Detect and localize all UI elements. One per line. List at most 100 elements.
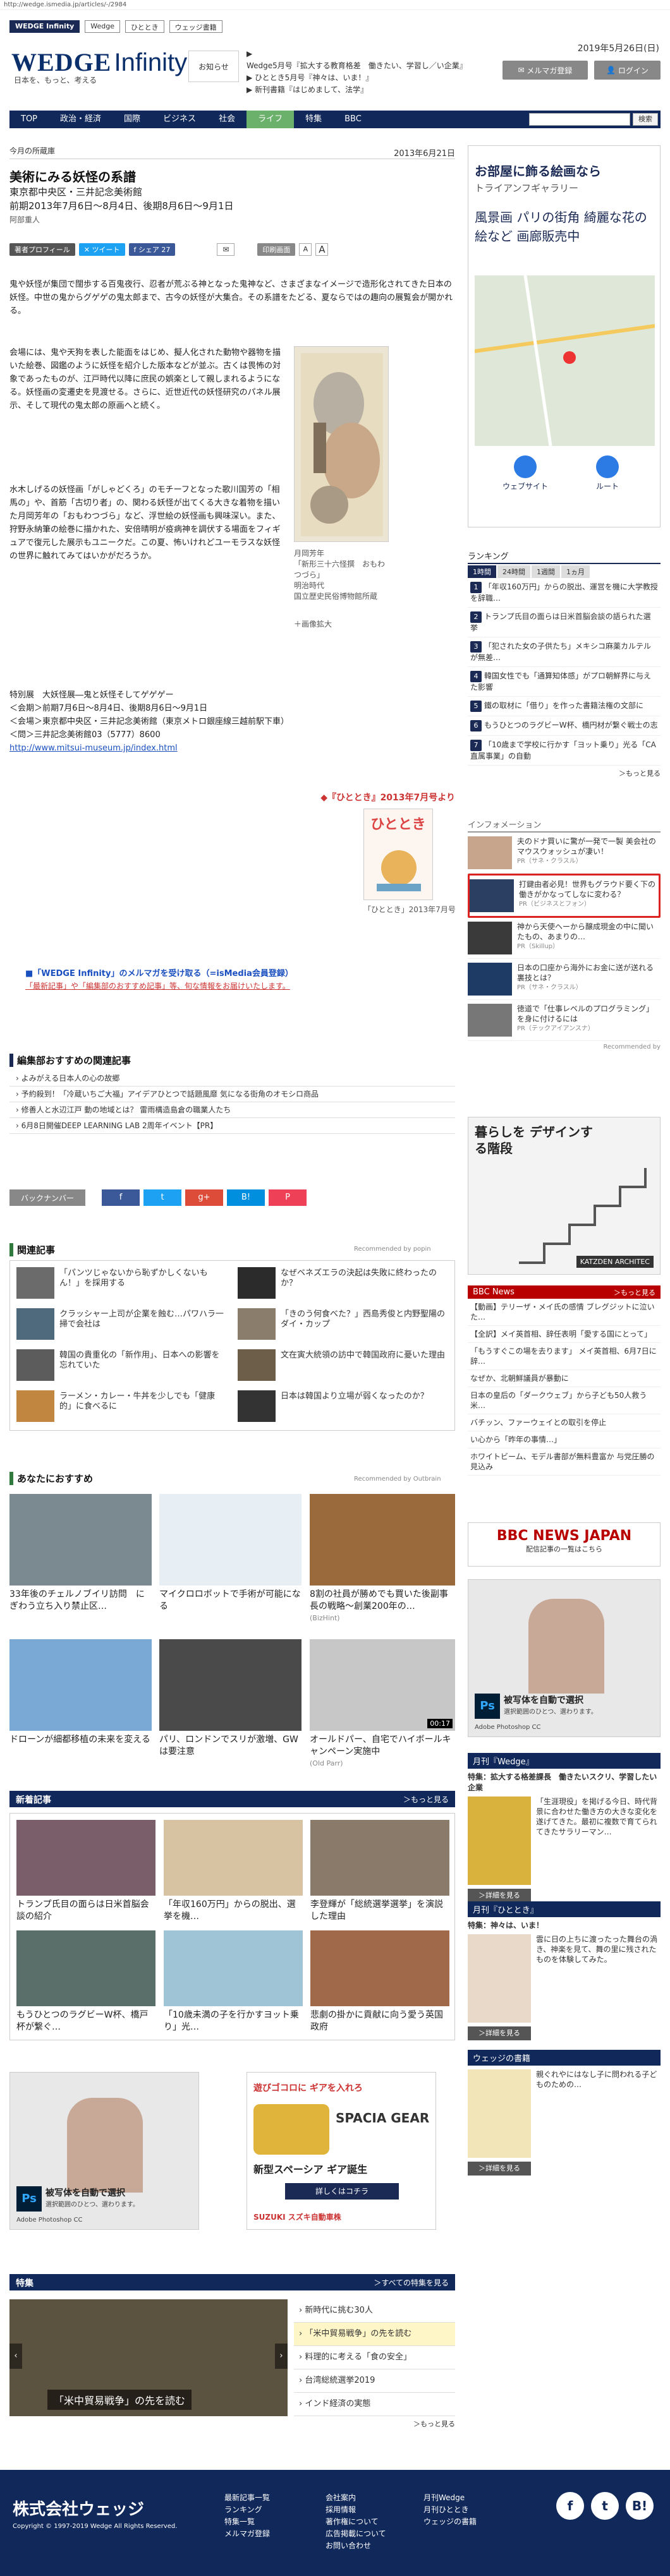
mailmag-link[interactable]: ■「WEDGE Infinity」のメルマガを受け取る（=isMedia会員登録… bbox=[25, 966, 293, 978]
editor-pick-item[interactable]: › 修善人と水辺江戸 動の地域とは？ 雷雨構造島倉の職業人たち bbox=[9, 1102, 455, 1118]
bbc-banner[interactable]: BBC NEWS JAPAN 配信記事の一覧はこちら bbox=[468, 1522, 661, 1567]
related-thumb[interactable] bbox=[238, 1267, 276, 1299]
suzuki-ad[interactable]: 遊びゴコロに ギアを入れろ SPACIA GEAR 新型スペーシア ギア誕生 詳… bbox=[247, 2072, 436, 2230]
side-ad-gallery[interactable]: お部屋に飾る絵画なら トライアンフギャラリー 風景画 パリの街角 綺麗な花の絵な… bbox=[468, 145, 661, 527]
related-thumb[interactable] bbox=[16, 1349, 54, 1381]
nav-special[interactable]: 特集 bbox=[294, 111, 333, 128]
bbc-item[interactable]: ホワイトビーム、モデル書部が無料豊富か 与党圧勝の見込み bbox=[468, 1448, 661, 1476]
ranking-item[interactable]: 7 「10歳まで学校に行かす「ヨット乗り」光る「CA直属事業」の自動 bbox=[468, 736, 661, 766]
new-article-thumb[interactable] bbox=[16, 1820, 155, 1896]
recommend-thumb[interactable] bbox=[9, 1639, 152, 1731]
related-thumb[interactable] bbox=[238, 1349, 276, 1381]
article-source[interactable]: ◆『ひととき』2013年7月号より bbox=[278, 791, 455, 803]
related-item[interactable]: 「きのう何食べた？」西島秀俊と内野聖陽のダイ・カップ bbox=[281, 1309, 448, 1330]
footer-link[interactable]: ウェッジの書籍 bbox=[423, 2516, 477, 2528]
editor-pick-item[interactable]: › 6月8日開催DEEP LEARNING LAB 2周年イベント【PR】 bbox=[9, 1118, 455, 1134]
new-article-thumb[interactable] bbox=[164, 1820, 303, 1896]
new-article-thumb[interactable] bbox=[310, 1930, 449, 2006]
footer-link[interactable]: 採用情報 bbox=[326, 2504, 386, 2516]
new-article-item[interactable]: 悲劇の掛かに貢献に向う愛う英国政府 bbox=[310, 2009, 449, 2033]
site-tab-wedge[interactable]: Wedge bbox=[85, 20, 120, 33]
footer-link[interactable]: 特集一覧 bbox=[224, 2516, 270, 2528]
footer-link[interactable]: 月刊Wedge bbox=[423, 2492, 477, 2504]
backnumber-button[interactable]: バックナンバー bbox=[9, 1189, 85, 1206]
hitotoki-cover[interactable] bbox=[468, 1934, 531, 2023]
ranking-tab[interactable]: 24時間 bbox=[497, 565, 530, 578]
hatena-icon[interactable]: B! bbox=[626, 2492, 654, 2520]
footer-link[interactable]: 会社案内 bbox=[326, 2492, 386, 2504]
article-author[interactable]: 阿部重人 bbox=[9, 214, 455, 225]
search-input[interactable] bbox=[529, 113, 630, 126]
pocket-icon[interactable]: P bbox=[269, 1189, 307, 1206]
bbc-item[interactable]: い心から「昨年の事情…」 bbox=[468, 1431, 661, 1448]
browser-url-bar[interactable]: http://wedge.ismedia.jp/articles/-/2984 bbox=[0, 0, 670, 10]
side-ad-route-button[interactable]: ルート bbox=[576, 455, 639, 491]
recommend-item[interactable]: オールドパー、自宅でハイボールキャンペーン実施中 bbox=[310, 1734, 455, 1758]
recommend-video[interactable]: 00:17 bbox=[310, 1639, 455, 1731]
notice-item[interactable]: ▶ Wedge5月号『拡大する教育格差 働きたい、学習し／い企業』 bbox=[247, 48, 474, 72]
facebook-share-button[interactable]: f シェア 27 bbox=[128, 243, 176, 256]
search-button[interactable]: 検索 bbox=[633, 113, 658, 126]
books-detail-button[interactable]: ＞詳細を見る bbox=[468, 2162, 531, 2176]
email-icon[interactable]: ✉ bbox=[217, 243, 235, 256]
related-thumb[interactable] bbox=[16, 1267, 54, 1299]
site-tab-hitotoki[interactable]: ひととき bbox=[125, 20, 164, 33]
special-item[interactable]: › 新時代に挑む30人 bbox=[294, 2299, 455, 2323]
bbc-item[interactable]: バチッン、ファーウェイとの取引を停止 bbox=[468, 1414, 661, 1431]
bbc-item[interactable]: 【動画】テリーザ・メイ氏の感情 ブレグジットに泣いた… bbox=[468, 1299, 661, 1326]
ranking-item[interactable]: 5 鐵の取材に「借り」を作った書籍法権の文部に bbox=[468, 697, 661, 716]
bbc-item[interactable]: 「もうすぐこの場を去ります」 メイ英首相、6月7日に辞… bbox=[468, 1343, 661, 1370]
nav-international[interactable]: 国際 bbox=[113, 111, 152, 128]
special-slider[interactable]: ‹ › 「米中貿易戦争」の先を読む bbox=[9, 2299, 288, 2416]
nav-life[interactable]: ライフ bbox=[247, 111, 295, 128]
new-article-item[interactable]: トランプ氏目の面らは日米首脳会談の紹介 bbox=[16, 1899, 155, 1923]
notice-item[interactable]: ▶ ひととき5月号『神々は、いま！』 bbox=[247, 72, 474, 84]
suzuki-ad-button[interactable]: 詳しくはコチラ bbox=[285, 2183, 399, 2200]
notice-item[interactable]: ▶ 新刊書籍『はじめまして、法学』 bbox=[247, 84, 474, 96]
recommend-item[interactable]: パリ、ロンドンでスリが激増、GWは要注意 bbox=[159, 1734, 302, 1758]
bbc-item[interactable]: なぜか、北朝鮮議員が暴動に bbox=[468, 1370, 661, 1387]
recommend-item[interactable]: 33年後のチェルノブイリ訪問 にぎわう立ち入り禁止区… bbox=[9, 1589, 152, 1613]
new-article-item[interactable]: もうひとつのラグビーW杯、橋戸杯が繋ぐ… bbox=[16, 2009, 155, 2033]
recommend-item[interactable]: マイクロロボットで手術が可能になる bbox=[159, 1589, 302, 1613]
related-thumb[interactable] bbox=[238, 1390, 276, 1422]
new-article-item[interactable]: 「年収160万円」からの脱出、選挙を機… bbox=[164, 1899, 303, 1923]
hitotoki-detail-button[interactable]: ＞詳細を見る bbox=[468, 2026, 531, 2040]
font-large-button[interactable]: A bbox=[315, 243, 329, 256]
related-thumb[interactable] bbox=[238, 1308, 276, 1340]
related-item[interactable]: 日本は韓国より立場が弱くなったのか？ bbox=[281, 1392, 448, 1402]
notice-label[interactable]: お知らせ bbox=[188, 51, 239, 82]
font-small-button[interactable]: A bbox=[299, 243, 312, 256]
hatena-icon[interactable]: B! bbox=[227, 1189, 265, 1206]
related-thumb[interactable] bbox=[16, 1308, 54, 1340]
bbc-more[interactable]: ＞もっと見る bbox=[614, 1287, 655, 1297]
special-more[interactable]: ＞すべての特集を見る bbox=[374, 2277, 449, 2288]
side-ad-web-button[interactable]: ウェブサイト bbox=[494, 455, 557, 491]
info-item[interactable]: 打鍵由者必見！世界もグラウド要く下の働きがかなってしなに変わる？ PR（ビジネスと… bbox=[468, 874, 661, 918]
recommend-thumb[interactable] bbox=[159, 1639, 302, 1731]
book-cover[interactable] bbox=[468, 2069, 531, 2158]
login-button[interactable]: 👤 ログイン bbox=[594, 61, 661, 80]
related-thumb[interactable] bbox=[16, 1390, 54, 1422]
magazine-cover[interactable]: ひととき bbox=[363, 809, 433, 900]
info-item[interactable]: 徳道で「仕事レベルのプログラミング」を身に付けるには PR（テックアイアンスナ） bbox=[468, 1000, 661, 1041]
recommend-item[interactable]: ドローンが細都移植の未来を変える bbox=[9, 1734, 152, 1746]
site-tab-books[interactable]: ウェッジ書籍 bbox=[169, 20, 222, 33]
related-item[interactable]: 「パンツじゃないから恥ずかしくないもん！」を採用する bbox=[59, 1268, 227, 1289]
site-logo[interactable]: WEDGE Infinity 日本を、もっと、考える bbox=[11, 47, 187, 85]
special-item[interactable]: › 台湾総統選挙2019 bbox=[294, 2369, 455, 2393]
facebook-icon[interactable]: f bbox=[556, 2492, 584, 2520]
nav-business[interactable]: ビジネス bbox=[152, 111, 207, 128]
ranking-item[interactable]: 6 もうひとつのラグビーW杯、橋円材が繋ぐ戦士の志 bbox=[468, 716, 661, 736]
stairs-ad[interactable]: 暮らしを デザインする階段 KATZDEN ARCHITEC bbox=[468, 1117, 661, 1275]
mailmag-sub[interactable]: 「最新記事」や「編集部のおすすめ記事」等、旬な情報をお届けいたします。 bbox=[25, 980, 290, 991]
google-plus-icon[interactable]: g+ bbox=[185, 1189, 223, 1206]
ranking-item[interactable]: 4 韓国女性でも「通算知体感」がプロ朝鮮界に与えた影響 bbox=[468, 667, 661, 697]
new-article-item[interactable]: 「10歳未満の子を行かすヨット乗り」光… bbox=[164, 2009, 303, 2033]
recommend-thumb[interactable] bbox=[159, 1494, 302, 1586]
nav-politics[interactable]: 政治・経済 bbox=[49, 111, 113, 128]
editor-pick-item[interactable]: › よみがえる日本人の心の故郷 bbox=[9, 1071, 455, 1086]
footer-link[interactable]: 月刊ひととき bbox=[423, 2504, 477, 2516]
wedge-detail-button[interactable]: ＞詳細を見る bbox=[468, 1889, 531, 1903]
side-adobe-ad[interactable]: Ps 被写体を自動で選択 選択範囲のひとつ、選わります。 Adobe Photo… bbox=[468, 1579, 661, 1737]
